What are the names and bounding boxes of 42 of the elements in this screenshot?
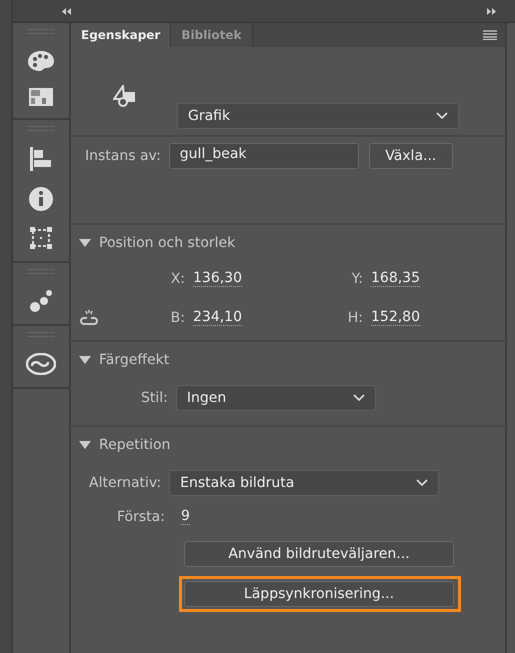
- action-button[interactable]: Använd bildruteväljaren...: [184, 541, 454, 567]
- panel-tab[interactable]: Egenskaper: [71, 23, 172, 47]
- section-title[interactable]: Repetition: [99, 437, 170, 453]
- section-title[interactable]: Position och storlek: [99, 235, 236, 251]
- style-dropdown[interactable]: Ingen: [176, 385, 376, 411]
- value-field[interactable]: 136,30: [193, 270, 242, 287]
- chevron-down-icon: [352, 394, 365, 402]
- field-label: H:: [348, 310, 363, 326]
- value-field[interactable]: 152,80: [371, 309, 420, 326]
- transform-icon[interactable]: [30, 227, 52, 249]
- symbol-shapes-icon: [113, 85, 137, 107]
- action-button[interactable]: Läppsynkronisering...: [184, 581, 454, 607]
- field-label: Y:: [352, 270, 363, 286]
- expanded-triangle-icon[interactable]: [79, 440, 91, 450]
- unlinked-icon[interactable]: [79, 310, 99, 326]
- instance-field[interactable]: gull_beak: [168, 143, 359, 169]
- section-title[interactable]: Färgeffekt: [99, 352, 170, 368]
- expanded-triangle-icon[interactable]: [79, 355, 91, 365]
- value-field[interactable]: 234,10: [193, 309, 242, 326]
- value-field[interactable]: 9: [180, 508, 190, 525]
- field-label: Alternativ:: [89, 475, 162, 491]
- info-icon[interactable]: [29, 187, 53, 211]
- field-label: B:: [170, 310, 185, 326]
- swap-button[interactable]: Växla...: [368, 143, 453, 169]
- palette-icon[interactable]: [27, 50, 55, 72]
- field-label: Första:: [117, 508, 165, 524]
- symbol-type-dropdown[interactable]: Grafik: [177, 103, 459, 129]
- align-icon[interactable]: [30, 147, 52, 171]
- expanded-triangle-icon[interactable]: [79, 238, 91, 248]
- option-dropdown[interactable]: Enstaka bildruta: [169, 470, 440, 496]
- creative-cloud-icon[interactable]: [26, 353, 56, 375]
- field-label: Instans av:: [85, 148, 161, 164]
- swatches-icon[interactable]: [29, 88, 53, 106]
- dots-icon[interactable]: [30, 290, 52, 312]
- menu-icon[interactable]: [483, 30, 497, 40]
- expand-icon[interactable]: [487, 8, 497, 14]
- field-label: Stil:: [141, 390, 168, 406]
- chevron-down-icon: [436, 112, 448, 120]
- chevron-down-icon: [416, 479, 428, 487]
- collapse-icon[interactable]: [61, 8, 71, 14]
- field-label: X:: [170, 270, 185, 286]
- value-field[interactable]: 168,35: [371, 270, 420, 287]
